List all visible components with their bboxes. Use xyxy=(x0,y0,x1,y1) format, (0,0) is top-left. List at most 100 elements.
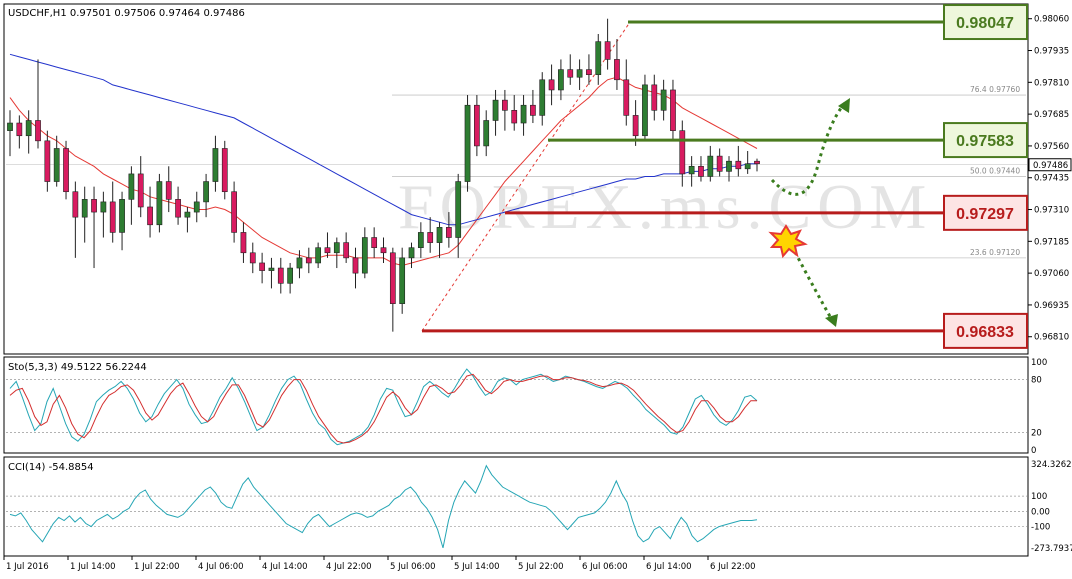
current-price-label: 0.97486 xyxy=(1033,161,1068,171)
candle-body xyxy=(417,232,424,248)
candle-body xyxy=(660,89,667,111)
candle-body xyxy=(296,257,303,269)
candle-body xyxy=(277,267,284,284)
candle-body xyxy=(558,69,564,91)
candle-body xyxy=(604,41,611,60)
candle-body xyxy=(586,69,592,75)
candle-body xyxy=(221,148,228,193)
level-label: 0.97583 xyxy=(956,133,1014,150)
candle-body xyxy=(632,115,639,137)
price-tick-label: 0.97685 xyxy=(1034,110,1069,120)
price-tick-label: 0.97810 xyxy=(1034,78,1069,88)
candle-body xyxy=(576,69,583,78)
fib-level-label: 50.0 0.97440 xyxy=(970,166,1020,175)
time-tick-label: 4 Jul 06:00 xyxy=(198,562,244,572)
time-tick-label: 1 Jul 14:00 xyxy=(70,562,116,572)
candle-body xyxy=(511,110,518,124)
candle-body xyxy=(361,237,368,274)
candle-body xyxy=(193,201,200,213)
candle-body xyxy=(679,130,686,175)
candle-body xyxy=(707,155,714,177)
symbol-title: USDCHF,H1 0.97501 0.97506 0.97464 0.9748… xyxy=(8,8,245,19)
price-tick-label: 0.96810 xyxy=(1034,333,1069,343)
candle-body xyxy=(380,247,387,254)
watermark: FOREX.ms.COM xyxy=(398,171,932,242)
sto-tick-label: 20 xyxy=(1031,428,1042,438)
candle-body xyxy=(72,191,79,218)
cci-tick-label: 0.00 xyxy=(1031,507,1050,517)
level-label: 0.96833 xyxy=(956,324,1014,341)
price-tick-label: 0.96935 xyxy=(1034,301,1069,311)
candle-body xyxy=(371,237,378,248)
cci-tick-label: 100 xyxy=(1031,492,1047,502)
time-tick-label: 6 Jul 06:00 xyxy=(582,562,628,572)
level-label: 0.98047 xyxy=(956,15,1014,32)
candle-body xyxy=(670,89,676,131)
trading-chart[interactable]: FOREX.ms.COM 76.4 0.97760 50.0 0.97440 23.… xyxy=(0,0,1072,579)
candle-body xyxy=(492,99,499,121)
candle-body xyxy=(35,120,41,142)
candle-body xyxy=(175,199,181,218)
candle-body xyxy=(389,252,396,304)
candle-body xyxy=(16,122,23,137)
candle-body xyxy=(352,257,359,274)
fib-level-label: 76.4 0.97760 xyxy=(970,85,1020,94)
candle-body xyxy=(315,247,322,264)
price-tick-label: 0.97435 xyxy=(1034,174,1069,184)
candle-body xyxy=(287,267,293,284)
candle-body xyxy=(399,257,406,304)
candle-body xyxy=(651,84,658,111)
candle-body xyxy=(63,148,69,193)
candle-body xyxy=(623,79,630,116)
candle-body xyxy=(343,242,350,259)
candle-body xyxy=(25,120,32,137)
candle-body xyxy=(688,165,695,175)
time-tick-label: 5 Jul 06:00 xyxy=(390,562,436,572)
candle-body xyxy=(44,140,51,182)
candle-body xyxy=(324,247,331,254)
cci-tick-label: 324.3262 xyxy=(1031,460,1072,470)
candle-body xyxy=(408,247,415,259)
candle-body xyxy=(268,267,275,271)
time-tick-label: 1 Jul 2016 xyxy=(6,562,49,572)
candle-body xyxy=(642,84,648,137)
sto-tick-label: 0 xyxy=(1031,446,1036,456)
candle-body xyxy=(231,191,237,233)
candle-body xyxy=(716,155,723,172)
candle-body xyxy=(726,160,732,172)
time-tick-label: 5 Jul 22:00 xyxy=(518,562,564,572)
sto-tick-label: 100 xyxy=(1031,358,1047,368)
candle-body xyxy=(100,201,107,213)
time-tick-label: 5 Jul 14:00 xyxy=(454,562,500,572)
candle-body xyxy=(698,165,704,177)
cci-tick-label: -100 xyxy=(1031,523,1050,533)
candle-body xyxy=(474,104,480,147)
time-tick-label: 1 Jul 22:00 xyxy=(134,562,180,572)
price-tick-label: 0.97185 xyxy=(1034,237,1069,247)
price-tick-label: 0.97310 xyxy=(1034,206,1069,216)
time-tick-label: 4 Jul 14:00 xyxy=(262,562,308,572)
candle-body xyxy=(119,199,125,233)
candle-body xyxy=(305,257,312,264)
candle-body xyxy=(445,227,452,238)
candle-body xyxy=(436,227,443,243)
candle-body xyxy=(595,41,602,75)
fib-level-label: 23.6 0.97120 xyxy=(970,248,1020,257)
stochastic-title: Sto(5,3,3) 49.5122 56.2244 xyxy=(8,362,147,373)
price-tick-label: 0.97935 xyxy=(1034,47,1069,57)
price-tick-label: 0.98060 xyxy=(1034,15,1069,25)
candle-body xyxy=(184,211,191,218)
candle-body xyxy=(754,160,760,165)
time-tick-label: 4 Jul 22:00 xyxy=(326,562,372,572)
time-tick-label: 6 Jul 14:00 xyxy=(646,562,692,572)
cci-tick-label: -273.7937 xyxy=(1031,544,1072,554)
price-tick-label: 0.97560 xyxy=(1034,142,1069,152)
candle-body xyxy=(530,104,536,116)
candle-body xyxy=(91,199,97,213)
candle-body xyxy=(333,242,340,254)
level-label: 0.97297 xyxy=(956,206,1014,223)
candle-body xyxy=(7,122,13,131)
candle-body xyxy=(203,181,209,203)
candle-body xyxy=(520,104,527,124)
candle-body xyxy=(109,201,116,233)
